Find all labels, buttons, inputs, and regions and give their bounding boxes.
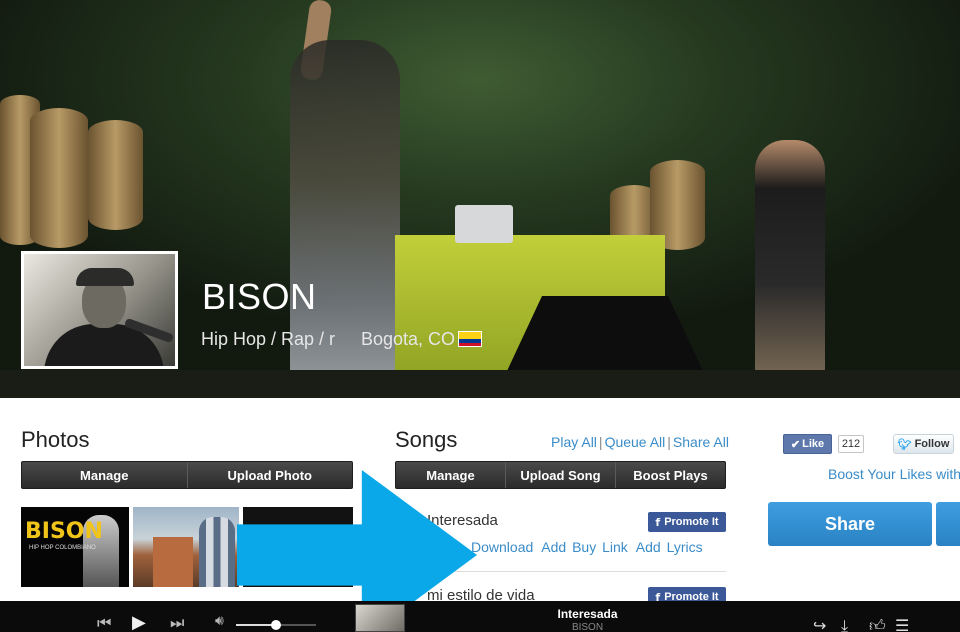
performer-2 — [755, 140, 825, 380]
songs-links: Play All | Queue All | Share All — [551, 434, 729, 450]
artist-location[interactable]: Bogota, CO — [361, 329, 455, 350]
add-buy-link[interactable]: Add Buy Link — [541, 539, 628, 555]
manage-photos-button[interactable]: Manage — [22, 462, 188, 488]
download-icon[interactable]: ⤓ — [841, 616, 848, 632]
volume-handle[interactable] — [271, 620, 281, 630]
stage-floor — [0, 370, 960, 398]
add-lyrics-link[interactable]: Add Lyrics — [636, 539, 703, 555]
twitter-bird-icon: 🐦︎ — [897, 438, 912, 451]
facebook-icon: f — [655, 515, 661, 529]
photos-title: Photos — [21, 427, 90, 452]
now-playing-title: Interesada — [557, 607, 618, 621]
photo-thumbnail[interactable]: BISON HIP HOP COLOMBIANO — [21, 507, 129, 587]
songs-toolbar: Manage Upload Song Boost Plays — [395, 461, 726, 489]
photo-building — [153, 537, 193, 587]
queue-menu-icon[interactable]: ☰ — [895, 616, 909, 632]
boost-plays-button[interactable]: Boost Plays — [616, 462, 725, 488]
artist-avatar[interactable] — [21, 251, 178, 369]
photos-toolbar: Manage Upload Photo — [21, 461, 353, 489]
drum — [88, 120, 143, 230]
download-link[interactable]: Download — [471, 539, 533, 555]
previous-track-icon[interactable]: ⏮ — [97, 613, 111, 632]
thumbs-up-icon[interactable]: 👍︎ — [869, 616, 886, 632]
separator: | — [598, 434, 603, 450]
songs-title: Songs — [395, 427, 458, 452]
separator: | — [667, 434, 671, 450]
like-count: 212 — [838, 435, 864, 453]
thumbnail-logo-text: BISON — [25, 519, 103, 544]
artist-name: BISON — [202, 276, 317, 317]
share-all-link[interactable]: Share All — [673, 434, 729, 450]
avatar-figure — [76, 268, 134, 286]
volume-icon[interactable]: 🔊︎ — [215, 613, 224, 629]
share-button[interactable]: Share — [768, 502, 932, 546]
play-button-icon[interactable]: ▶ — [132, 612, 146, 632]
now-playing-thumbnail — [355, 604, 405, 632]
manage-songs-button[interactable]: Manage — [396, 462, 506, 488]
photo-figure — [199, 517, 235, 587]
artist-page: BISON Hip Hop / Rap / r Bogota, CO Photo… — [0, 0, 960, 632]
photo-thumbnail[interactable] — [133, 507, 239, 587]
twitter-follow-button[interactable]: 🐦︎ Follow — [893, 434, 954, 454]
next-track-icon[interactable]: ⏭ — [170, 613, 184, 632]
volume-level — [236, 624, 276, 626]
upload-song-button[interactable]: Upload Song — [506, 462, 616, 488]
promote-label: Promote It — [664, 516, 719, 528]
play-all-link[interactable]: Play All — [551, 434, 597, 450]
boost-likes-link[interactable]: Boost Your Likes with — [828, 466, 960, 482]
artist-genre[interactable]: Hip Hop / Rap / r — [201, 329, 335, 350]
facebook-like-button[interactable]: ✔ Like — [783, 434, 832, 454]
check-icon: ✔ — [790, 438, 801, 451]
drum — [30, 108, 88, 248]
now-playing-artist: BISON — [571, 622, 604, 632]
queue-all-link[interactable]: Queue All — [605, 434, 666, 450]
thumbnail-subtext: HIP HOP COLOMBIANO — [29, 545, 96, 551]
share-icon[interactable]: ↪ — [813, 616, 826, 632]
like-label: Like — [802, 438, 825, 450]
promote-button[interactable]: f Promote It — [648, 512, 726, 532]
laptop — [455, 205, 513, 243]
song-actions: Download Add Buy Link Add Lyrics — [471, 539, 711, 555]
follow-label: Follow — [914, 438, 950, 450]
secondary-share-button[interactable] — [936, 502, 960, 546]
colombia-flag-icon — [458, 331, 482, 347]
upload-photo-button[interactable]: Upload Photo — [188, 462, 353, 488]
